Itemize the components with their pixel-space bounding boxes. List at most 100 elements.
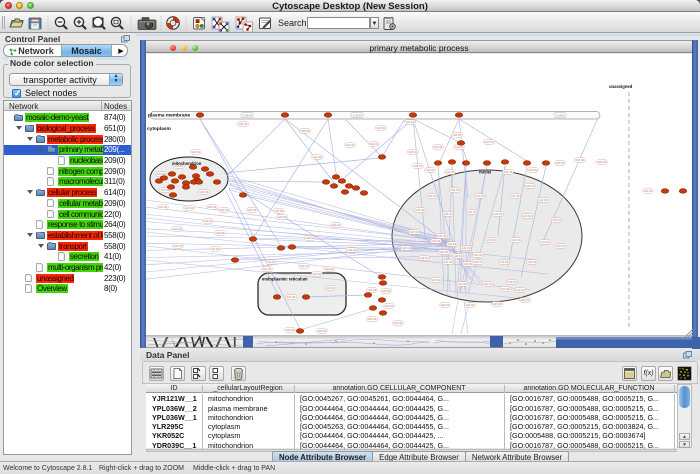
svg-text:GO:04: GO:04	[385, 304, 394, 308]
svg-text:GO:04: GO:04	[318, 329, 327, 333]
svg-text:GO:04: GO:04	[306, 236, 315, 240]
svg-text:GO:04: GO:04	[453, 133, 462, 137]
svg-text:GO:04: GO:04	[516, 288, 525, 292]
svg-text:GO:04: GO:04	[220, 208, 229, 212]
svg-text:GO:04: GO:04	[326, 286, 335, 290]
svg-text:GO:04: GO:04	[444, 260, 453, 264]
svg-text:GO:04: GO:04	[332, 223, 341, 227]
svg-text:cytoplasm: cytoplasm	[147, 126, 171, 132]
svg-text:GO:04: GO:04	[528, 260, 537, 264]
svg-text:GO:04: GO:04	[521, 298, 530, 302]
svg-text:GO:04: GO:04	[301, 129, 310, 133]
svg-text:GO:04: GO:04	[556, 161, 565, 165]
svg-text:GO:04: GO:04	[409, 150, 418, 154]
svg-text:GO:04: GO:04	[368, 317, 377, 321]
svg-text:GO:04: GO:04	[523, 214, 532, 218]
svg-text:GO:04: GO:04	[476, 194, 485, 198]
svg-text:GO:04: GO:04	[286, 328, 295, 332]
svg-text:nuclei: nuclei	[479, 170, 491, 175]
svg-text:GO:04: GO:04	[382, 289, 391, 293]
svg-text:plasma membrane: plasma membrane	[148, 113, 190, 119]
svg-text:GO:04: GO:04	[428, 194, 437, 198]
svg-text:GO:04: GO:04	[420, 256, 429, 260]
svg-text:GO:04: GO:04	[174, 244, 183, 248]
svg-text:GO:04: GO:04	[468, 210, 477, 214]
svg-text:endoplasmic reticulum: endoplasmic reticulum	[262, 277, 308, 282]
svg-text:GO:04: GO:04	[185, 206, 194, 210]
svg-text:GO:04: GO:04	[500, 260, 509, 264]
svg-text:GO:04: GO:04	[406, 120, 415, 124]
svg-text:GO:04: GO:04	[368, 288, 377, 292]
svg-text:GO:04: GO:04	[208, 205, 217, 209]
svg-text:GO:04: GO:04	[493, 302, 502, 306]
svg-text:GO:04: GO:04	[529, 168, 538, 172]
svg-text:GO:04: GO:04	[494, 212, 503, 216]
svg-text:GO:04: GO:04	[454, 254, 463, 258]
svg-text:GO:04: GO:04	[248, 208, 257, 212]
svg-text:GO:04: GO:04	[211, 247, 220, 251]
svg-text:GO:04: GO:04	[644, 189, 653, 193]
svg-text:GO:04: GO:04	[511, 194, 520, 198]
svg-text:GO:04: GO:04	[313, 272, 322, 276]
svg-text:GO:04: GO:04	[159, 205, 168, 209]
svg-text:GO:04: GO:04	[402, 246, 411, 250]
svg-text:GO:04: GO:04	[504, 170, 513, 174]
svg-text:GO:04: GO:04	[508, 280, 517, 284]
svg-text:unassigned: unassigned	[609, 84, 633, 89]
svg-text:GO:04: GO:04	[432, 278, 441, 282]
svg-text:GO:04: GO:04	[553, 218, 562, 222]
svg-text:GO:04: GO:04	[484, 282, 493, 286]
svg-text:GO:04: GO:04	[462, 246, 471, 250]
svg-text:GO:04: GO:04	[557, 244, 566, 248]
svg-text:GO:04: GO:04	[204, 219, 213, 223]
svg-text:YLR44: YLR44	[555, 113, 565, 117]
svg-text:GO:04: GO:04	[466, 303, 475, 307]
svg-text:GO:04: GO:04	[438, 234, 447, 238]
svg-text:GO:04: GO:04	[200, 190, 209, 194]
svg-text:GO:04: GO:04	[426, 168, 435, 172]
svg-text:YLR44: YLR44	[242, 113, 252, 117]
svg-text:GO:04: GO:04	[458, 282, 467, 286]
svg-text:GO:04: GO:04	[440, 250, 449, 254]
svg-text:GO:04: GO:04	[598, 160, 607, 164]
svg-text:GO:04: GO:04	[486, 238, 495, 242]
svg-text:GO:04: GO:04	[464, 262, 473, 266]
svg-text:GO:04: GO:04	[275, 209, 284, 213]
svg-text:GO:04: GO:04	[576, 158, 585, 162]
svg-text:GO:04: GO:04	[313, 155, 322, 159]
svg-text:GO:04: GO:04	[485, 140, 494, 144]
svg-text:GO:04: GO:04	[444, 212, 453, 216]
svg-text:GO:04: GO:04	[410, 230, 419, 234]
svg-text:GO:04: GO:04	[432, 239, 441, 243]
svg-text:GO:04: GO:04	[348, 248, 357, 252]
svg-text:GO:04: GO:04	[370, 142, 379, 146]
svg-text:GO:04: GO:04	[414, 164, 423, 168]
svg-text:GO:04: GO:04	[448, 242, 457, 246]
svg-text:GO:04: GO:04	[474, 260, 483, 264]
svg-text:GO:04: GO:04	[325, 267, 334, 271]
svg-text:GO:04: GO:04	[267, 260, 276, 264]
svg-text:GO:04: GO:04	[539, 198, 548, 202]
svg-text:GO:04: GO:04	[512, 238, 521, 242]
svg-text:GO:04: GO:04	[263, 267, 272, 271]
svg-text:GO:04: GO:04	[416, 208, 425, 212]
svg-text:GO:04: GO:04	[300, 264, 309, 268]
svg-text:YLR44: YLR44	[352, 113, 362, 117]
svg-text:GO:04: GO:04	[541, 240, 550, 244]
svg-text:GO:04: GO:04	[346, 143, 355, 147]
svg-text:GO:04: GO:04	[394, 321, 403, 325]
svg-text:GO:04: GO:04	[474, 253, 483, 257]
svg-text:GO:04: GO:04	[192, 150, 201, 154]
svg-text:GO:04: GO:04	[287, 295, 296, 299]
svg-text:GO:04: GO:04	[446, 170, 455, 174]
svg-text:GO:04: GO:04	[377, 126, 386, 130]
svg-text:GO:04: GO:04	[239, 122, 248, 126]
svg-text:GO:04: GO:04	[441, 303, 450, 307]
svg-text:GO:04: GO:04	[434, 145, 443, 149]
svg-text:GO:04: GO:04	[173, 227, 182, 231]
svg-text:GO:04: GO:04	[501, 287, 510, 291]
svg-text:mitochondrion: mitochondrion	[172, 161, 202, 166]
svg-text:GO:04: GO:04	[216, 231, 225, 235]
svg-text:GO:04: GO:04	[278, 215, 287, 219]
svg-text:GO:04: GO:04	[455, 145, 464, 149]
